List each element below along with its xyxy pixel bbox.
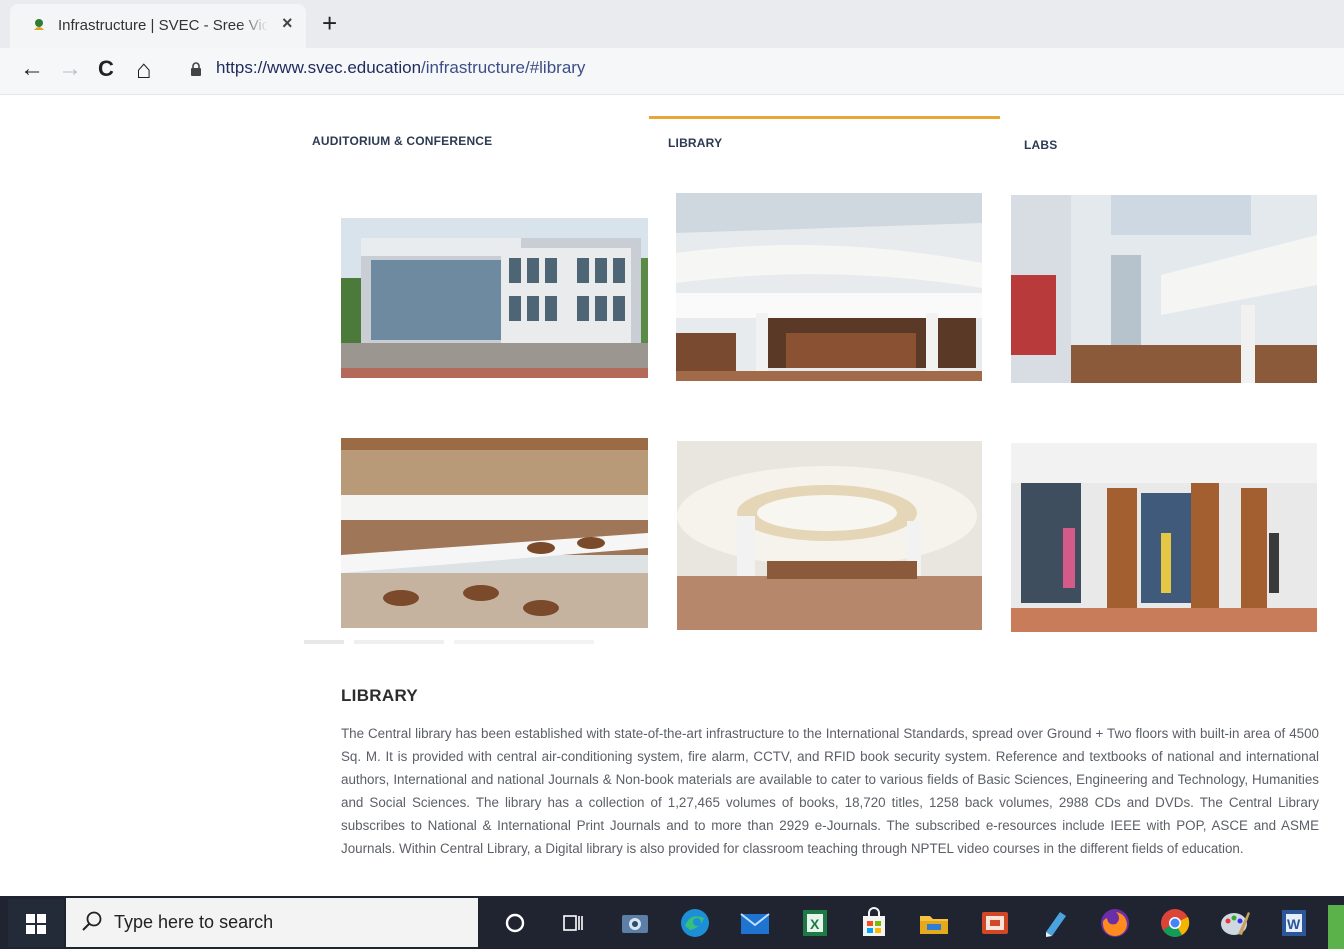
library-photo-1[interactable] [341,218,648,378]
search-icon [82,911,102,931]
lock-icon [191,62,201,76]
library-photo-2[interactable] [676,193,982,381]
site-favicon-icon [34,19,44,30]
section-description: The Central library has been established… [341,726,1319,856]
windows-taskbar: Type here to search X W [0,896,1344,949]
task-view-icon[interactable] [556,906,590,940]
taskbar-search-box[interactable]: Type here to search [66,898,478,947]
new-tab-button[interactable]: + [322,8,337,39]
url-path: /infrastructure/#library [421,58,586,77]
windows-logo-icon [26,914,46,934]
browser-tab[interactable]: Infrastructure | SVEC - Sree Vidyaniketh… [10,4,306,48]
word-icon[interactable]: W [1277,906,1311,940]
mail-icon[interactable] [738,906,772,940]
presentation-icon[interactable] [978,906,1012,940]
svg-text:W: W [1287,916,1301,932]
address-bar[interactable]: https://www.svec.education/infrastructur… [216,58,585,78]
search-placeholder: Type here to search [114,912,274,932]
tab-title: Infrastructure | SVEC - Sree Vidyaniketh… [58,17,268,34]
library-photo-3[interactable] [1011,195,1317,383]
library-photo-6[interactable] [1011,443,1317,632]
svg-text:X: X [810,916,820,932]
tab-close-icon[interactable]: × [282,13,293,34]
edge-icon[interactable] [678,906,712,940]
camera-icon[interactable] [618,906,652,940]
faint-caption-artifact [304,640,594,644]
tab-labs[interactable]: LABS [1024,138,1057,152]
pen-app-icon[interactable] [1038,906,1072,940]
library-photo-4[interactable] [341,438,648,628]
tab-auditorium-conference[interactable]: AUDITORIUM & CONFERENCE [312,134,492,148]
tab-library[interactable]: LIBRARY [668,136,722,150]
file-explorer-icon[interactable] [917,906,951,940]
forward-button[interactable]: → [58,52,82,86]
home-button[interactable]: ⌂ [136,52,152,86]
back-button[interactable]: ← [20,52,44,86]
library-photo-5[interactable] [677,441,982,630]
section-title: LIBRARY [341,686,419,705]
reload-button[interactable]: C [98,52,114,86]
excel-icon[interactable]: X [798,906,832,940]
browser-toolbar: ← → C ⌂ https://www.svec.education/infra… [0,48,1344,95]
browser-tabstrip: Infrastructure | SVEC - Sree Vidyaniketh… [0,0,1344,50]
paint-icon[interactable] [1218,906,1252,940]
url-host: https://www.svec.education [216,58,422,77]
store-icon[interactable] [857,906,891,940]
chrome-icon[interactable] [1158,906,1192,940]
firefox-icon[interactable] [1098,906,1132,940]
active-tab-underline [649,116,1000,119]
cortana-icon[interactable] [498,906,532,940]
taskbar-edge-strip [1328,905,1344,949]
start-button[interactable] [8,899,64,947]
